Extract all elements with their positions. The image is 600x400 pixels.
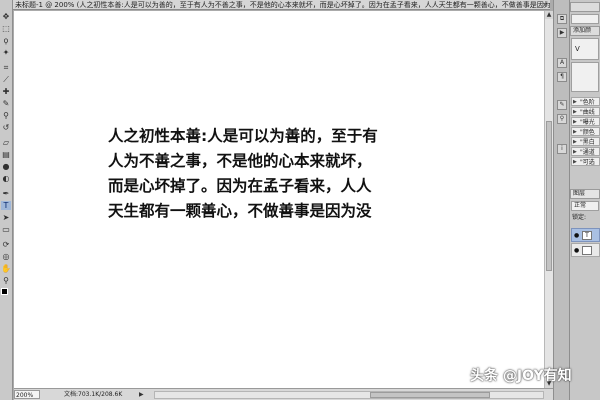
panel-tab-adjustments[interactable]: 添加颜 (570, 26, 600, 36)
history-panel-icon[interactable]: ⧉ (557, 14, 567, 24)
text-line-2: 人为不善之事，不是他的心本来就坏， (108, 152, 372, 170)
text-line-3: 而是心坏掉了。因为在孟子看来，人人 (108, 177, 372, 195)
gradient-tool-icon[interactable]: ▤ (1, 150, 11, 159)
adjustment-preset-row[interactable]: ▶ "可选 (571, 157, 600, 166)
pen-tool-icon[interactable]: ✒ (1, 189, 11, 198)
paragraph-panel-icon[interactable]: ¶ (557, 72, 567, 82)
lasso-tool-icon[interactable]: ϙ (1, 36, 11, 45)
brush-tool-icon[interactable]: ✎ (1, 99, 11, 108)
3d-orbit-tool-icon[interactable]: ◎ (1, 252, 11, 261)
lock-label: 锁定: (572, 214, 587, 221)
tab-layers[interactable]: 图层 (570, 189, 600, 199)
status-menu-arrow-icon[interactable]: ▶ (139, 390, 144, 399)
eye-visibility-icon[interactable]: ● (574, 232, 579, 239)
clone-source-panel-icon[interactable]: ⚲ (557, 114, 567, 124)
info-panel-icon[interactable]: i (557, 144, 567, 154)
marquee-tool-icon[interactable]: ⬚ (1, 24, 11, 33)
history-brush-tool-icon[interactable]: ↺ (1, 123, 11, 132)
adjustment-preset-row[interactable]: ▶ "色阶 (571, 97, 600, 106)
adjustment-preset-row[interactable]: ▶ "通道 (571, 147, 600, 156)
shape-tool-icon[interactable]: ▭ (1, 225, 11, 234)
layer-row-text[interactable]: ● T (571, 228, 600, 242)
healing-brush-tool-icon[interactable]: ✚ (1, 87, 11, 96)
status-bar: 200% 文档:703.1K/208.6K ▶ (14, 388, 553, 400)
document-tab-title: 未标题-1 @ 200% (人之初性本善:人是可以为善的，至于有人为不善之事，不… (15, 1, 550, 9)
zoom-level-field[interactable]: 200% (14, 390, 40, 399)
hand-tool-icon[interactable]: ✋ (1, 264, 11, 273)
type-layer-icon: T (582, 231, 592, 240)
magic-wand-tool-icon[interactable]: ✦ (1, 48, 11, 57)
layer-row-background[interactable]: ● (571, 243, 600, 257)
type-tool-icon[interactable]: T (1, 201, 11, 210)
tools-panel: ✥ ⬚ ϙ ✦ ⌗ ⟋ ✚ ✎ ⚲ ↺ ▱ ▤ ● ◐ ✒ T ➤ ▭ ⟳ ◎ ✋ ⚲ (0, 0, 13, 400)
dodge-tool-icon[interactable]: ◐ (1, 174, 11, 183)
watermark: 头条 @JOY有知 (470, 368, 572, 384)
crop-tool-icon[interactable]: ⌗ (1, 63, 11, 72)
swatch-strip[interactable] (571, 14, 599, 24)
panel-tab-top[interactable] (570, 2, 600, 12)
adjustment-preset-row[interactable]: ▶ "黑白 (571, 137, 600, 146)
photoshop-window: ✥ ⬚ ϙ ✦ ⌗ ⟋ ✚ ✎ ⚲ ↺ ▱ ▤ ● ◐ ✒ T ➤ ▭ ⟳ ◎ ✋ ⚲ 未标题-1 @ 200% (人之初… (0, 0, 600, 400)
text-line-1: 人之初性本善:人是可以为善的，至于有 (108, 127, 378, 145)
close-icon[interactable]: × (542, 1, 548, 9)
layer-thumbnail (582, 246, 592, 255)
adjustment-preset-row[interactable]: ▶ "曝光 (571, 117, 600, 126)
3d-rotate-tool-icon[interactable]: ⟳ (1, 240, 11, 249)
foreground-color-swatch[interactable] (1, 288, 8, 295)
document-size-info: 文档:703.1K/208.6K (64, 391, 123, 398)
right-panels: 添加颜 V ▶ "色阶 ▶ "曲线 ▶ "曝光 ▶ "颜色 ▶ "黑白 ▶ "通道 ▶ "可选… (570, 0, 600, 400)
horizontal-scroll-thumb[interactable] (370, 392, 490, 398)
collapsed-panel-dock: ⧉ ▶ A ¶ ✎ ⚲ i (553, 0, 570, 400)
zoom-tool-icon[interactable]: ⚲ (1, 276, 11, 285)
character-panel-icon[interactable]: A (557, 58, 567, 68)
eyedropper-tool-icon[interactable]: ⟋ (1, 75, 11, 84)
blur-tool-icon[interactable]: ● (1, 162, 11, 171)
adjustment-preset-row[interactable]: ▶ "曲线 (571, 107, 600, 116)
eraser-tool-icon[interactable]: ▱ (1, 138, 11, 147)
vertical-scroll-thumb[interactable] (546, 121, 552, 271)
text-line-4: 天生都有一颗善心，不做善事是因为没 (108, 202, 372, 220)
adjustment-preset-row[interactable]: ▶ "颜色 (571, 127, 600, 136)
vertical-scrollbar[interactable]: ▲ ▼ (544, 11, 553, 388)
stamp-tool-icon[interactable]: ⚲ (1, 111, 11, 120)
blend-mode-select[interactable]: 正常 (571, 201, 599, 211)
move-tool-icon[interactable]: ✥ (1, 12, 11, 21)
adjustment-icons-grid[interactable] (571, 62, 599, 92)
horizontal-scrollbar[interactable] (154, 391, 544, 399)
document-tab[interactable]: 未标题-1 @ 200% (人之初性本善:人是可以为善的，至于有人为不善之事，不… (13, 0, 550, 10)
text-layer-content[interactable]: 人之初性本善:人是可以为善的，至于有 人为不善之事，不是他的心本来就坏， 而是心… (108, 124, 438, 224)
eye-visibility-icon[interactable]: ● (574, 247, 579, 254)
scroll-up-arrow-icon[interactable]: ▲ (545, 11, 553, 19)
document-canvas[interactable]: 人之初性本善:人是可以为善的，至于有 人为不善之事，不是他的心本来就坏， 而是心… (14, 11, 544, 388)
actions-panel-icon[interactable]: ▶ (557, 28, 567, 38)
character-setting[interactable]: V (571, 38, 599, 60)
brush-panel-icon[interactable]: ✎ (557, 100, 567, 110)
path-selection-tool-icon[interactable]: ➤ (1, 213, 11, 222)
